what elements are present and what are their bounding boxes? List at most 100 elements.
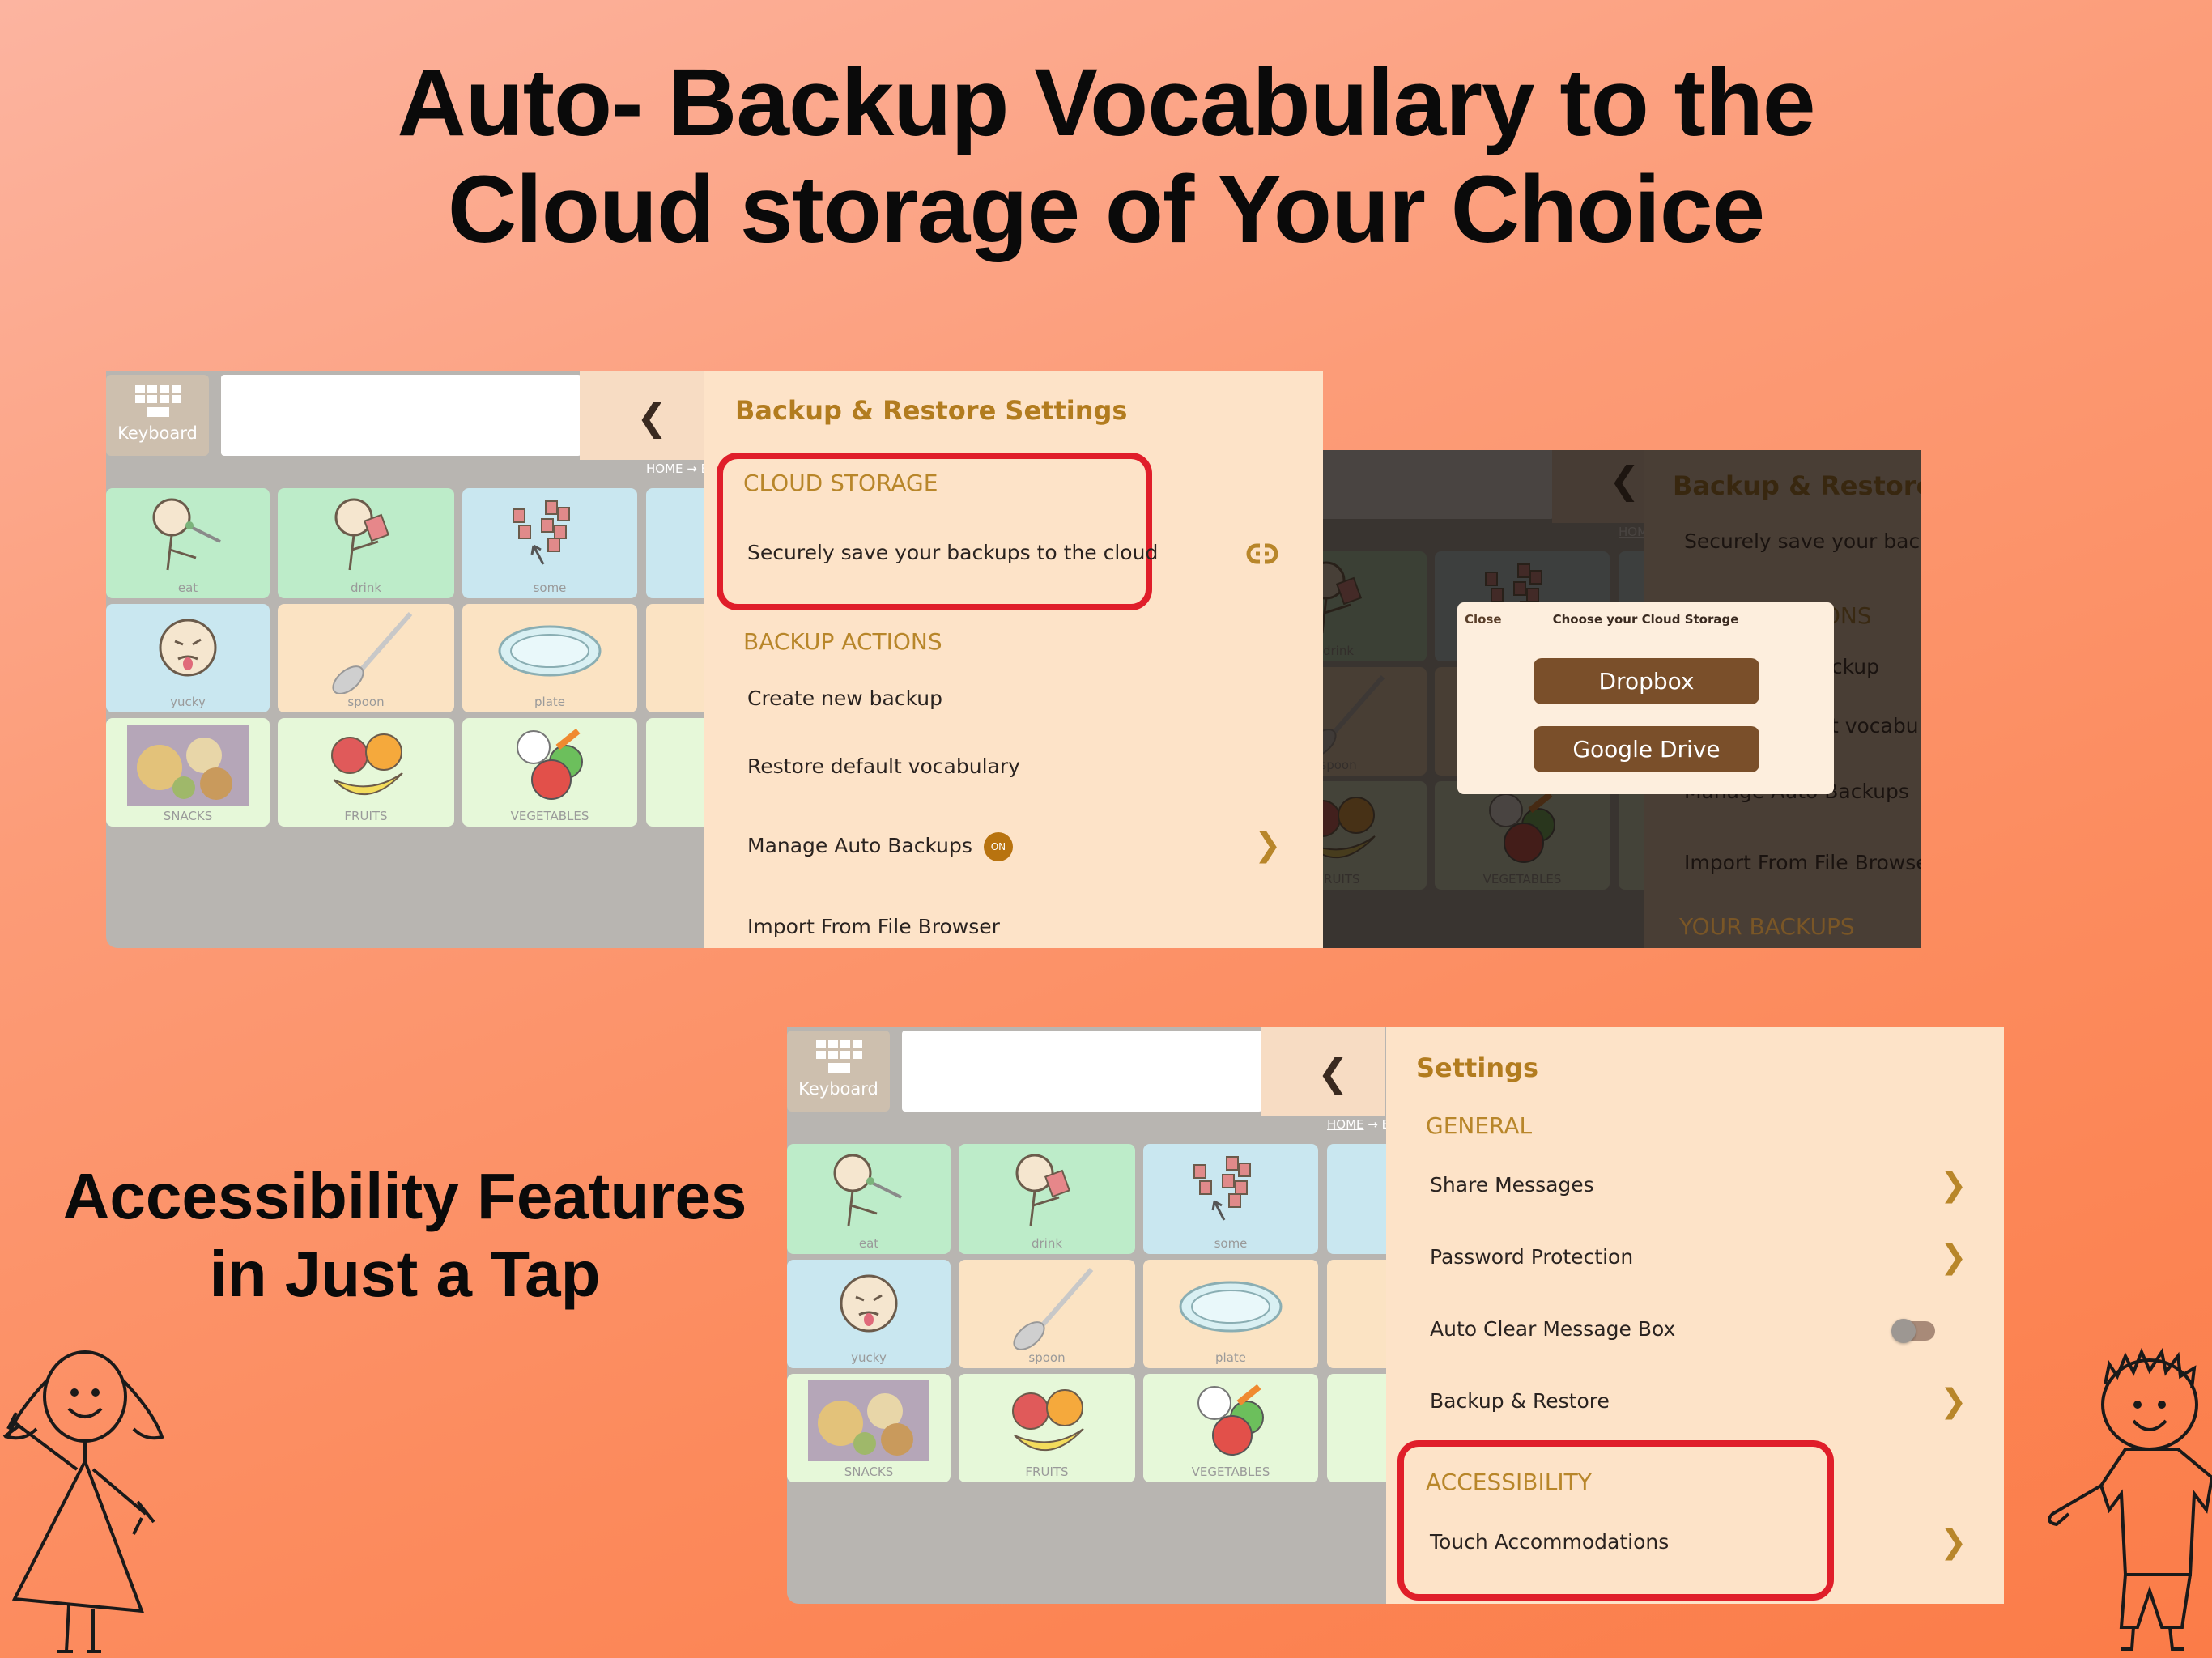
plate-icon	[498, 625, 602, 677]
tile-spoon[interactable]: spoon	[959, 1260, 1135, 1368]
breadcrumb[interactable]: HOME → E	[1327, 1117, 1386, 1132]
back-button[interactable]: ❮	[1261, 1027, 1385, 1116]
chevron-left-icon: ❮	[636, 395, 668, 439]
chevron-right-icon[interactable]: ❯	[1254, 829, 1282, 861]
spoon-icon	[332, 612, 413, 694]
page-title: Backup & Restore Settings	[735, 395, 1128, 426]
keyboard-icon	[815, 1040, 862, 1073]
vegetables-icon	[1197, 1384, 1264, 1456]
google-drive-button[interactable]: Google Drive	[1534, 726, 1759, 772]
settings-panel: Settings GENERAL Share Messages ❯ Passwo…	[1386, 1027, 2004, 1604]
aac-board-panel: Keyboard ❮ HOME → E eat drink some yucky…	[787, 1027, 1386, 1604]
subheading-line-2: in Just a Tap	[209, 1238, 601, 1310]
manage-auto-backups-item[interactable]: Manage Auto Backups ON	[747, 832, 1013, 861]
restore-default-item[interactable]: Restore default vocabulary	[747, 755, 1020, 778]
section-accessibility: ACCESSIBILITY	[1426, 1469, 1592, 1495]
import-file-browser-item[interactable]: Import From File Browser	[747, 915, 1000, 938]
keyboard-icon	[134, 385, 181, 417]
auto-clear-toggle[interactable]	[1891, 1319, 1935, 1343]
cloud-dialog-screenshot: Keyboard ❮ HOME → E eat drink some yucky…	[1323, 450, 1921, 948]
chevron-right-icon[interactable]: ❯	[1940, 1241, 1967, 1273]
section-general: GENERAL	[1426, 1112, 1533, 1139]
dropbox-button[interactable]: Dropbox	[1534, 658, 1759, 704]
tile-yucky[interactable]: yucky	[787, 1260, 951, 1368]
tile-drink[interactable]: drink	[959, 1144, 1135, 1254]
tile-partial[interactable]	[1327, 1374, 1386, 1482]
fruits-icon	[1012, 1389, 1084, 1452]
tile-plate[interactable]: plate	[462, 604, 637, 712]
tile-label: eat	[858, 1236, 879, 1251]
tile-snacks[interactable]: SNACKS	[106, 718, 270, 827]
tile-spoon[interactable]: spoon	[278, 604, 454, 712]
tile-label: FRUITS	[1025, 1465, 1069, 1479]
arrow-right-icon: →	[1368, 1117, 1378, 1132]
tile-label: SNACKS	[844, 1465, 894, 1479]
tile-some[interactable]: some	[1143, 1144, 1318, 1254]
drink-icon	[1015, 1154, 1071, 1226]
password-protection-item[interactable]: Password Protection	[1430, 1245, 1633, 1269]
breadcrumb-home[interactable]: HOME	[1327, 1117, 1364, 1132]
tile-label: plate	[534, 695, 565, 709]
tile-eat[interactable]: eat	[106, 488, 270, 598]
tile-label: drink	[350, 580, 382, 595]
eat-icon	[152, 498, 221, 571]
tile-label: spoon	[1028, 1350, 1066, 1365]
keyboard-label: Keyboard	[117, 423, 198, 443]
tile-fruits[interactable]: FRUITS	[959, 1374, 1135, 1482]
cloud-storage-item[interactable]: Securely save your backups to the cloud	[747, 541, 1158, 564]
tile-partial[interactable]	[646, 604, 704, 712]
tile-label: yucky	[851, 1350, 887, 1365]
dialog-title: Choose your Cloud Storage	[1552, 612, 1739, 627]
keyboard-button[interactable]: Keyboard	[787, 1031, 890, 1112]
share-messages-item[interactable]: Share Messages	[1430, 1173, 1594, 1197]
close-button[interactable]: Close	[1465, 612, 1502, 627]
manage-auto-backups-label: Manage Auto Backups	[747, 834, 972, 857]
tile-label: some	[1214, 1236, 1248, 1251]
cloud-storage-dialog: Close Choose your Cloud Storage Dropbox …	[1457, 602, 1834, 794]
tile-label: VEGETABLES	[510, 809, 589, 823]
keyboard-button[interactable]: Keyboard	[106, 375, 209, 456]
tile-yucky[interactable]: yucky	[106, 604, 270, 712]
some-icon	[513, 500, 570, 565]
tile-some[interactable]: some	[462, 488, 637, 598]
girl-stick-figure	[2, 1350, 164, 1653]
toggle-knob	[1891, 1319, 1916, 1343]
eat-icon	[833, 1154, 902, 1226]
tile-snacks[interactable]: SNACKS	[787, 1374, 951, 1482]
boy-stick-figure	[2048, 1348, 2212, 1651]
vegetables-icon	[517, 728, 583, 800]
back-button[interactable]: ❮	[580, 371, 704, 460]
tile-plate[interactable]: plate	[1143, 1260, 1318, 1368]
create-backup-item[interactable]: Create new backup	[747, 687, 942, 710]
tile-drink[interactable]: drink	[278, 488, 454, 598]
tile-partial[interactable]	[646, 488, 704, 598]
tile-fruits[interactable]: FRUITS	[278, 718, 454, 827]
breadcrumb[interactable]: HOME → E	[646, 461, 704, 476]
message-box[interactable]	[221, 375, 581, 456]
keyboard-label: Keyboard	[798, 1079, 878, 1099]
tile-partial[interactable]	[1327, 1260, 1386, 1368]
chevron-right-icon[interactable]: ❯	[1940, 1169, 1967, 1201]
auto-clear-item[interactable]: Auto Clear Message Box	[1430, 1317, 1675, 1341]
touch-accommodations-item[interactable]: Touch Accommodations	[1430, 1530, 1669, 1554]
on-badge: ON	[983, 832, 1013, 861]
tile-partial[interactable]	[1327, 1144, 1386, 1254]
message-box[interactable]	[902, 1031, 1262, 1112]
link-icon[interactable]	[1246, 542, 1278, 565]
drink-icon	[334, 498, 390, 571]
tile-eat[interactable]: eat	[787, 1144, 951, 1254]
snacks-photo	[127, 725, 249, 806]
tile-vegetables[interactable]: VEGETABLES	[462, 718, 637, 827]
chevron-right-icon[interactable]: ❯	[1940, 1385, 1967, 1418]
breadcrumb-home[interactable]: HOME	[646, 461, 683, 476]
tile-vegetables[interactable]: VEGETABLES	[1143, 1374, 1318, 1482]
fruits-icon	[331, 733, 403, 796]
chevron-right-icon[interactable]: ❯	[1940, 1526, 1967, 1558]
section-your-backups: YOUR BACKUPS	[1679, 913, 1855, 940]
plate-icon	[1179, 1281, 1283, 1333]
tile-label: plate	[1215, 1350, 1246, 1365]
backup-restore-item[interactable]: Backup & Restore	[1430, 1389, 1610, 1413]
tile-partial[interactable]	[646, 718, 704, 827]
some-icon	[1193, 1156, 1251, 1221]
yucky-face-icon	[159, 619, 217, 677]
